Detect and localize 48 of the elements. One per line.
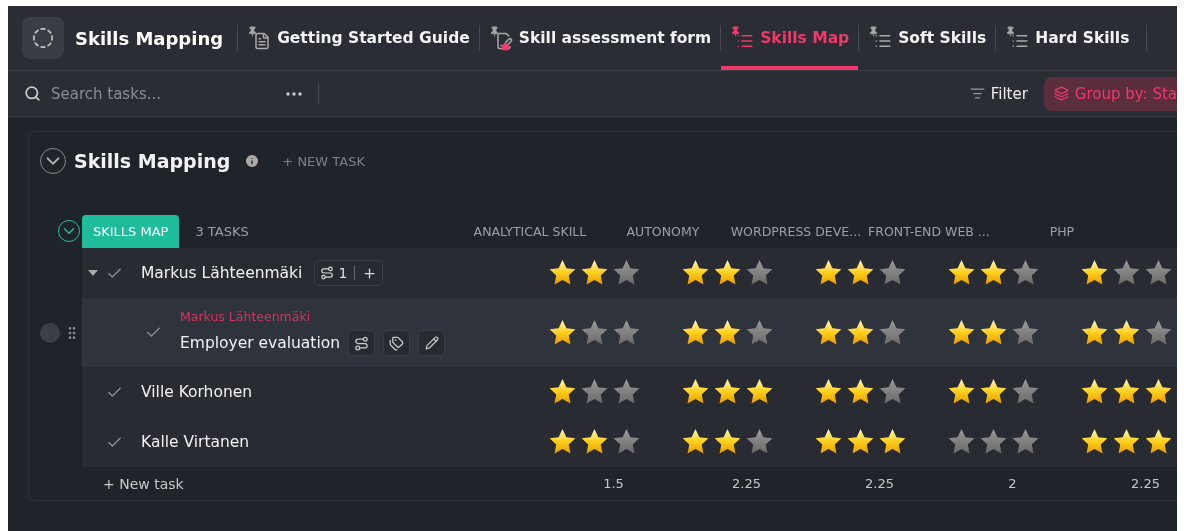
view-tab[interactable]: Skill assessment form (479, 6, 721, 70)
view-tab[interactable]: Soft Skills (859, 6, 996, 70)
caret-icon[interactable] (88, 270, 98, 276)
task-name[interactable]: Ville Korhonen (141, 383, 253, 401)
subtask-counter[interactable]: 1 (314, 260, 384, 286)
column-total: 2 (1007, 476, 1018, 491)
filter-button[interactable]: Filter (963, 83, 1034, 104)
new-task-button[interactable]: + NEW TASK (276, 152, 371, 170)
task-name[interactable]: Kalle Virtanen (141, 433, 250, 451)
column-total: 2.25 (1130, 476, 1161, 491)
task-name[interactable]: Employer evaluation (180, 334, 341, 352)
task-count: 3 TASKS (194, 224, 250, 241)
list-title: Skills Mapping (74, 150, 231, 172)
more-icon (286, 91, 302, 96)
subtask-count: 1 (338, 265, 348, 281)
pinned-document-icon (247, 26, 272, 50)
space-title: Skills Mapping (74, 26, 225, 51)
pinned-list-icon (868, 26, 893, 50)
tag-icon (389, 335, 405, 351)
layers-icon (1053, 86, 1069, 101)
column-total: 1.5 (602, 476, 625, 491)
filter-icon (969, 86, 985, 101)
plus-icon[interactable] (362, 265, 378, 281)
search-icon (24, 85, 41, 102)
column-total: 2.25 (864, 476, 895, 491)
subtask-icon (320, 266, 335, 280)
task-name[interactable]: Markus Lähteenmäki (141, 264, 303, 282)
column-header[interactable]: WORDPRESS DEVE... (729, 224, 863, 248)
column-total: 2.25 (731, 476, 762, 491)
pinned-document-icon (488, 26, 513, 50)
pinned-list-icon (730, 26, 755, 50)
more-button[interactable] (284, 89, 304, 98)
column-header[interactable]: AUTONOMY (596, 224, 730, 248)
edit-button[interactable] (418, 330, 446, 356)
column-header[interactable]: PHP (995, 224, 1129, 248)
info-icon[interactable] (244, 153, 261, 169)
new-task-button[interactable]: + New task (82, 475, 547, 492)
tag-button[interactable] (383, 330, 411, 356)
add-subtask-button[interactable] (348, 330, 376, 356)
column-header[interactable]: ANALYTICAL SKILL (463, 224, 597, 248)
view-tab[interactable]: Getting Started Guide (238, 6, 479, 70)
pencil-icon (424, 336, 439, 350)
view-tab[interactable]: Hard Skills (996, 6, 1139, 70)
search-field[interactable]: Search tasks... (49, 83, 253, 104)
column-header[interactable]: FRONT-END WEB ... (862, 224, 996, 248)
subtask-icon (354, 335, 370, 351)
pinned-list-icon (1005, 26, 1030, 50)
space-logo-icon[interactable] (22, 17, 64, 59)
